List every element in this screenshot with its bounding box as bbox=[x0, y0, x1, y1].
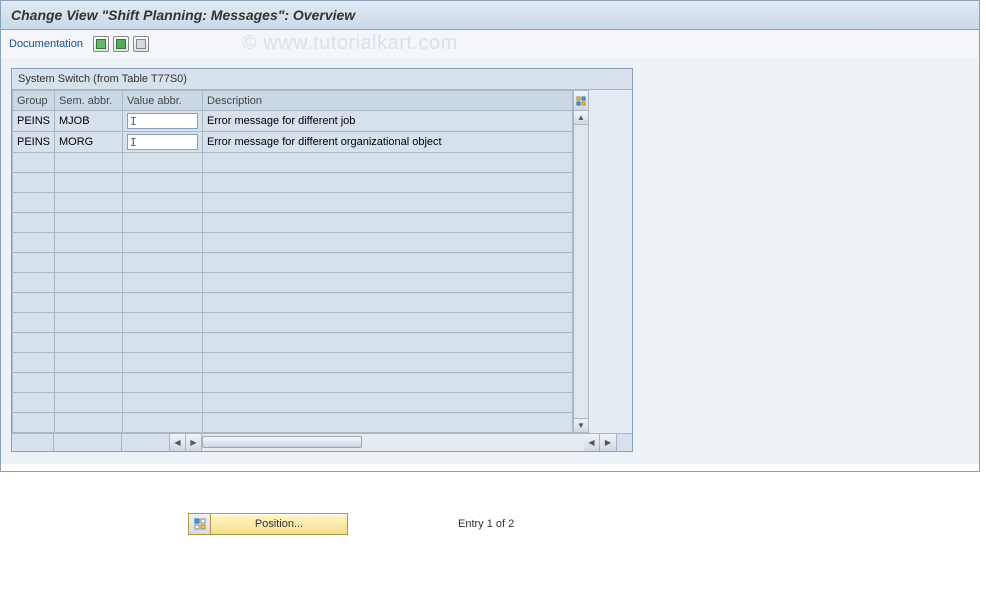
table-row[interactable]: PEINS MJOB Error message for different j… bbox=[13, 111, 573, 132]
hscroll-spacer bbox=[12, 434, 54, 451]
table-row-empty bbox=[13, 253, 573, 273]
value-input[interactable] bbox=[127, 134, 198, 150]
scroll-left-icon[interactable]: ◀ bbox=[170, 434, 186, 451]
data-table-frame: System Switch (from Table T77S0) Group S… bbox=[11, 68, 633, 452]
table-row-empty bbox=[13, 193, 573, 213]
cell-group: PEINS bbox=[13, 132, 55, 153]
table-row[interactable]: PEINS MORG Error message for different o… bbox=[13, 132, 573, 153]
table-settings-icon[interactable] bbox=[574, 91, 588, 111]
col-group-header[interactable]: Group bbox=[13, 91, 55, 111]
scroll-down-icon[interactable]: ▼ bbox=[574, 418, 588, 432]
table-row-empty bbox=[13, 313, 573, 333]
scroll-up-icon[interactable]: ▲ bbox=[574, 111, 588, 125]
toolbar-icon-3[interactable] bbox=[133, 36, 149, 52]
table-row-empty bbox=[13, 353, 573, 373]
table-row-empty bbox=[13, 393, 573, 413]
cell-val bbox=[123, 111, 203, 132]
data-table: Group Sem. abbr. Value abbr. Description… bbox=[12, 90, 573, 433]
table-row-empty bbox=[13, 213, 573, 233]
position-icon bbox=[189, 514, 211, 534]
toolbar-icon-2[interactable] bbox=[113, 36, 129, 52]
position-button[interactable]: Position... bbox=[188, 513, 348, 535]
horizontal-scrollbar[interactable]: ◀ ▶ ◀ ▶ bbox=[12, 433, 632, 451]
table-row-empty bbox=[13, 333, 573, 353]
hscroll-spacer bbox=[122, 434, 170, 451]
table-body: PEINS MJOB Error message for different j… bbox=[13, 111, 573, 433]
content-area: System Switch (from Table T77S0) Group S… bbox=[1, 58, 979, 464]
toolbar: Documentation bbox=[1, 30, 979, 58]
table-row-empty bbox=[13, 293, 573, 313]
table-caption: System Switch (from Table T77S0) bbox=[12, 69, 632, 90]
cell-group: PEINS bbox=[13, 111, 55, 132]
vertical-scrollbar[interactable]: ▲ ▼ bbox=[573, 90, 589, 433]
documentation-link[interactable]: Documentation bbox=[9, 38, 83, 50]
table-row-empty bbox=[13, 413, 573, 433]
scroll-left-step-icon[interactable]: ▶ bbox=[186, 434, 202, 451]
hscroll-track[interactable] bbox=[202, 434, 584, 451]
scroll-track[interactable] bbox=[574, 125, 588, 418]
footer: Position... Entry 1 of 2 bbox=[0, 513, 986, 535]
entry-count: Entry 1 of 2 bbox=[458, 518, 514, 530]
cell-sem: MJOB bbox=[55, 111, 123, 132]
main-window: Change View "Shift Planning: Messages": … bbox=[0, 0, 980, 472]
cell-val bbox=[123, 132, 203, 153]
toolbar-icon-1[interactable] bbox=[93, 36, 109, 52]
table-row-empty bbox=[13, 273, 573, 293]
col-sem-header[interactable]: Sem. abbr. bbox=[55, 91, 123, 111]
page-title: Change View "Shift Planning: Messages": … bbox=[1, 1, 979, 30]
hscroll-corner bbox=[616, 434, 632, 451]
cell-desc: Error message for different job bbox=[203, 111, 573, 132]
table-row-empty bbox=[13, 153, 573, 173]
table-row-empty bbox=[13, 173, 573, 193]
value-input[interactable] bbox=[127, 113, 198, 129]
scroll-right-icon[interactable]: ▶ bbox=[600, 434, 616, 451]
hscroll-spacer bbox=[54, 434, 122, 451]
table-row-empty bbox=[13, 233, 573, 253]
position-label: Position... bbox=[211, 518, 347, 530]
cell-desc: Error message for different organization… bbox=[203, 132, 573, 153]
col-desc-header[interactable]: Description bbox=[203, 91, 573, 111]
col-val-header[interactable]: Value abbr. bbox=[123, 91, 203, 111]
hscroll-thumb[interactable] bbox=[202, 436, 362, 448]
table-row-empty bbox=[13, 373, 573, 393]
cell-sem: MORG bbox=[55, 132, 123, 153]
scroll-right-step-icon[interactable]: ◀ bbox=[584, 434, 600, 451]
